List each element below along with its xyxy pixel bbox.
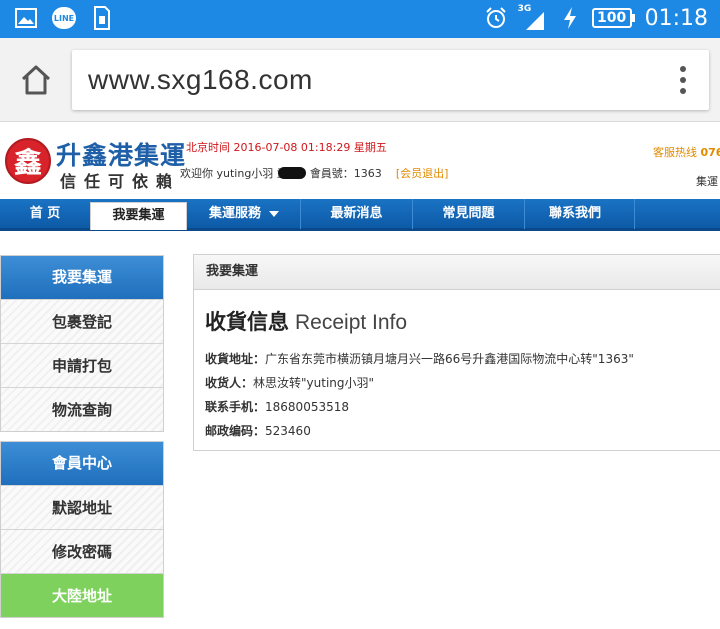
- nav-services[interactable]: 集運服務: [188, 199, 300, 229]
- nav-shipping[interactable]: 我要集運: [90, 202, 187, 230]
- panel-header: 我要集運: [194, 255, 720, 290]
- status-bar: LINE 3G 100 01:18: [0, 0, 720, 38]
- beijing-time: 北京时间 2016-07-08 01:18:29 星期五: [186, 141, 387, 154]
- signal-icon: 3G: [518, 4, 548, 32]
- sidebar-item-default-address[interactable]: 默認地址: [1, 485, 163, 529]
- nav-home[interactable]: 首 页: [0, 199, 90, 229]
- redaction-mark: [277, 167, 306, 179]
- sidebar-shipping: 我要集運 包裹登記 申請打包 物流查詢: [0, 255, 164, 432]
- url-text: www.sxg168.com: [88, 64, 313, 95]
- sidebar-item-mainland-address[interactable]: 大陸地址: [1, 573, 163, 617]
- sidebar-member: 會員中心 默認地址 修改密碼 大陸地址: [0, 441, 164, 618]
- brand-logo[interactable]: 鑫: [5, 138, 51, 184]
- hotline: 客服热线 076: [653, 146, 720, 159]
- home-icon[interactable]: [18, 62, 54, 98]
- receipt-address-row: 收貨地址：广东省东莞市横沥镇月塘月兴一路66号升鑫港国际物流中心转"1363": [205, 352, 634, 366]
- browser-toolbar: www.sxg168.com: [0, 38, 720, 122]
- header-right-text: 集運: [696, 175, 718, 188]
- logout-link[interactable]: [会员退出]: [396, 165, 449, 181]
- charging-icon: [558, 6, 582, 30]
- receipt-info-panel: 我要集運 收貨信息 Receipt Info 收貨地址：广东省东莞市横沥镇月塘月兴…: [193, 254, 720, 451]
- receipt-postcode-row: 邮政编码：523460: [205, 424, 311, 438]
- nav-news[interactable]: 最新消息: [301, 199, 412, 229]
- welcome-text: 欢迎你 yuting小羽 童 會員號：1363 [会员退出]: [180, 165, 449, 181]
- member-number: 會員號：1363: [309, 167, 382, 180]
- line-icon: LINE: [52, 6, 76, 30]
- sidebar-header-shipping[interactable]: 我要集運: [1, 256, 163, 299]
- chevron-down-icon: [269, 210, 279, 217]
- alarm-icon: [484, 6, 508, 30]
- sidebar-header-member[interactable]: 會員中心: [1, 442, 163, 485]
- brand-slogan: 信任可依賴: [60, 172, 181, 191]
- gallery-icon: [14, 6, 38, 30]
- nav-faq[interactable]: 常見問題: [413, 199, 524, 229]
- receipt-phone-row: 联系手机：18680053518: [205, 400, 349, 414]
- sidebar-item-apply-pack[interactable]: 申請打包: [1, 343, 163, 387]
- nav-contact[interactable]: 聯系我們: [525, 199, 625, 229]
- overflow-menu-icon[interactable]: [679, 66, 687, 94]
- main-nav: 首 页 我要集運 集運服務 最新消息 常見問題 聯系我們: [0, 199, 720, 231]
- panel-title: 收貨信息 Receipt Info: [205, 310, 408, 334]
- url-field[interactable]: www.sxg168.com: [72, 50, 709, 110]
- sim-icon: [90, 6, 114, 30]
- site-header: 鑫 升鑫港集運 信任可依賴 北京时间 2016-07-08 01:18:29 星…: [0, 122, 720, 200]
- sidebar-item-logistics-query[interactable]: 物流查詢: [1, 387, 163, 431]
- receipt-recipient-row: 收货人：林思汝转"yuting小羽": [205, 376, 375, 390]
- brand-name: 升鑫港集運: [56, 141, 187, 170]
- sidebar-item-change-password[interactable]: 修改密碼: [1, 529, 163, 573]
- sidebar-item-parcel-register[interactable]: 包裹登記: [1, 299, 163, 343]
- battery-icon: 100: [591, 8, 635, 28]
- status-time: 01:18: [644, 5, 708, 31]
